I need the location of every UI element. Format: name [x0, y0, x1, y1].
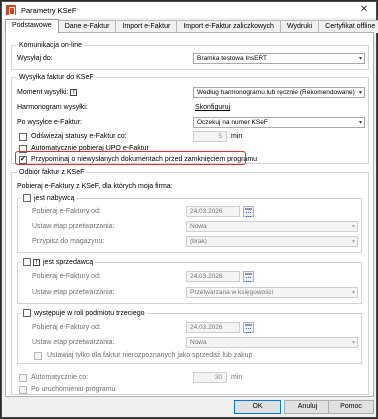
- third-party-date-input[interactable]: 24.03.2026: [186, 322, 240, 333]
- buyer-date-input[interactable]: 24.03.2026: [186, 206, 240, 217]
- refresh-status-checkbox[interactable]: [19, 133, 27, 141]
- seller-date-label: Pobieraj e-Faktury od:: [32, 273, 101, 280]
- title-bar: Parametry KSeF ✕: [2, 2, 376, 18]
- buyer-warehouse-select[interactable]: (brak) ▾: [186, 236, 358, 247]
- only-unknown-label: Ustawiaj tylko dla faktur nierozpoznanyc…: [47, 352, 253, 359]
- on-start-checkbox[interactable]: [19, 386, 27, 394]
- info-icon[interactable]: !: [70, 88, 78, 96]
- seller-stage-label: Ustaw etap przetwarzania:: [32, 289, 115, 296]
- third-party-group: występuje w roli podmiotu trzeciego Pobi…: [17, 309, 362, 364]
- buyer-date-label: Pobieraj e-Faktury od:: [32, 208, 101, 215]
- buyer-stage-value: Nowa: [190, 223, 207, 230]
- third-party-header: występuje w roli podmiotu trzeciego: [21, 309, 147, 318]
- tab-panel-podstawowe: Komunikacja on-line Wysyłaj do: Bramka t…: [5, 32, 374, 397]
- seller-stage-value: Przetwarzana w księgowości: [190, 289, 274, 296]
- seller-date-input[interactable]: 24.03.2026: [186, 271, 240, 282]
- communication-group: Komunikacja on-line Wysyłaj do: Bramka t…: [11, 41, 369, 70]
- schedule-configure-link[interactable]: Skonfiguruj: [195, 103, 230, 112]
- tab-podstawowe[interactable]: Podstawowe: [5, 19, 59, 33]
- tab-strip: Podstawowe Dane e-Faktur Import e-Faktur…: [5, 19, 378, 33]
- refresh-status-label: Odświeżaj statusy e-Faktur co:: [31, 133, 127, 140]
- receiving-group: Odbiór faktur z KSeF Pobieraj e-Faktury …: [11, 168, 369, 395]
- after-send-label: Po wysyłce e-Faktur:: [17, 119, 82, 126]
- sending-title: Wysyłka faktur do KSeF: [17, 73, 96, 82]
- only-unknown-checkbox[interactable]: [34, 352, 42, 360]
- help-button[interactable]: Pomoc: [328, 400, 374, 414]
- send-to-value: Bramka testowa InsERT: [197, 55, 267, 62]
- calendar-icon[interactable]: [243, 271, 254, 282]
- ksef-app-icon: [6, 5, 16, 15]
- calendar-icon[interactable]: [243, 206, 254, 217]
- third-party-date-label: Pobieraj e-Faktury od:: [32, 324, 101, 331]
- after-send-select[interactable]: Oczekuj na numer KSeF ▾: [193, 117, 365, 128]
- buyer-header: jest nabywcą: [21, 194, 77, 203]
- moment-label-text: Moment wysyłki:: [17, 89, 69, 96]
- refresh-unit: min: [231, 133, 243, 140]
- chevron-down-icon: ▾: [351, 340, 355, 346]
- moment-select[interactable]: Według harmonogramu lub ręcznie (Rekomen…: [193, 87, 365, 98]
- chevron-down-icon: ▾: [351, 290, 355, 296]
- buyer-warehouse-label: Przypisz do magazynu:: [32, 238, 105, 245]
- on-start-label: Po uruchomieniu programu: [31, 386, 116, 393]
- refresh-interval-input[interactable]: 5: [193, 131, 227, 142]
- cancel-button[interactable]: Anuluj: [284, 400, 331, 414]
- chevron-down-icon: ▾: [358, 90, 362, 96]
- chevron-down-icon: ▾: [358, 56, 362, 62]
- ok-button[interactable]: OK: [234, 400, 281, 414]
- window-title: Parametry KSeF: [21, 5, 77, 15]
- send-to-select[interactable]: Bramka testowa InsERT ▾: [193, 53, 365, 64]
- after-send-value: Oczekuj na numer KSeF: [197, 119, 268, 126]
- auto-download-label: Automatycznie co:: [31, 374, 89, 381]
- moment-label: Moment wysyłki: !: [17, 88, 78, 97]
- auto-download-checkbox[interactable]: [19, 374, 27, 382]
- chevron-down-icon: ▾: [351, 239, 355, 245]
- third-party-stage-label: Ustaw etap przetwarzania:: [32, 339, 115, 346]
- seller-header: ! jest sprzedawcą: [21, 258, 96, 267]
- moment-value: Według harmonogramu lub ręcznie (Rekomen…: [197, 89, 355, 96]
- chevron-down-icon: ▾: [358, 120, 362, 126]
- buyer-stage-label: Ustaw etap przetwarzania:: [32, 223, 115, 230]
- info-icon[interactable]: !: [33, 258, 40, 266]
- buyer-label: jest nabywcą: [34, 195, 75, 202]
- close-icon[interactable]: ✕: [358, 4, 370, 16]
- third-party-label: występuje w roli podmiotu trzeciego: [34, 310, 145, 317]
- buyer-warehouse-value: (brak): [190, 238, 207, 245]
- receiving-intro: Pobieraj e-Faktury z KSeF, dla których m…: [17, 183, 173, 190]
- auto-download-interval-input[interactable]: 30: [193, 372, 227, 383]
- buyer-checkbox[interactable]: [23, 194, 31, 203]
- third-party-stage-select[interactable]: Nowa ▾: [186, 337, 358, 348]
- schedule-label: Harmonogram wysyłki:: [17, 104, 88, 111]
- third-party-checkbox[interactable]: [23, 309, 31, 318]
- auto-download-unit: min: [231, 374, 243, 381]
- settings-dialog: Parametry KSeF ✕ Podstawowe Dane e-Faktu…: [1, 1, 378, 418]
- receiving-title: Odbiór faktur z KSeF: [17, 168, 87, 177]
- seller-stage-select[interactable]: Przetwarzana w księgowości ▾: [186, 287, 358, 298]
- send-to-label: Wysyłaj do:: [17, 55, 53, 62]
- highlight-box: [15, 151, 246, 165]
- seller-group: ! jest sprzedawcą Pobieraj e-Faktury od: …: [17, 258, 362, 304]
- communication-title: Komunikacja on-line: [17, 41, 85, 50]
- chevron-down-icon: ▾: [351, 224, 355, 230]
- calendar-icon[interactable]: [243, 322, 254, 333]
- buyer-group: jest nabywcą Pobieraj e-Faktury od: 24.0…: [17, 194, 362, 253]
- third-party-stage-value: Nowa: [190, 339, 207, 346]
- seller-label: jest sprzedawcą: [43, 259, 94, 266]
- seller-checkbox[interactable]: [23, 258, 31, 267]
- buyer-stage-select[interactable]: Nowa ▾: [186, 221, 358, 232]
